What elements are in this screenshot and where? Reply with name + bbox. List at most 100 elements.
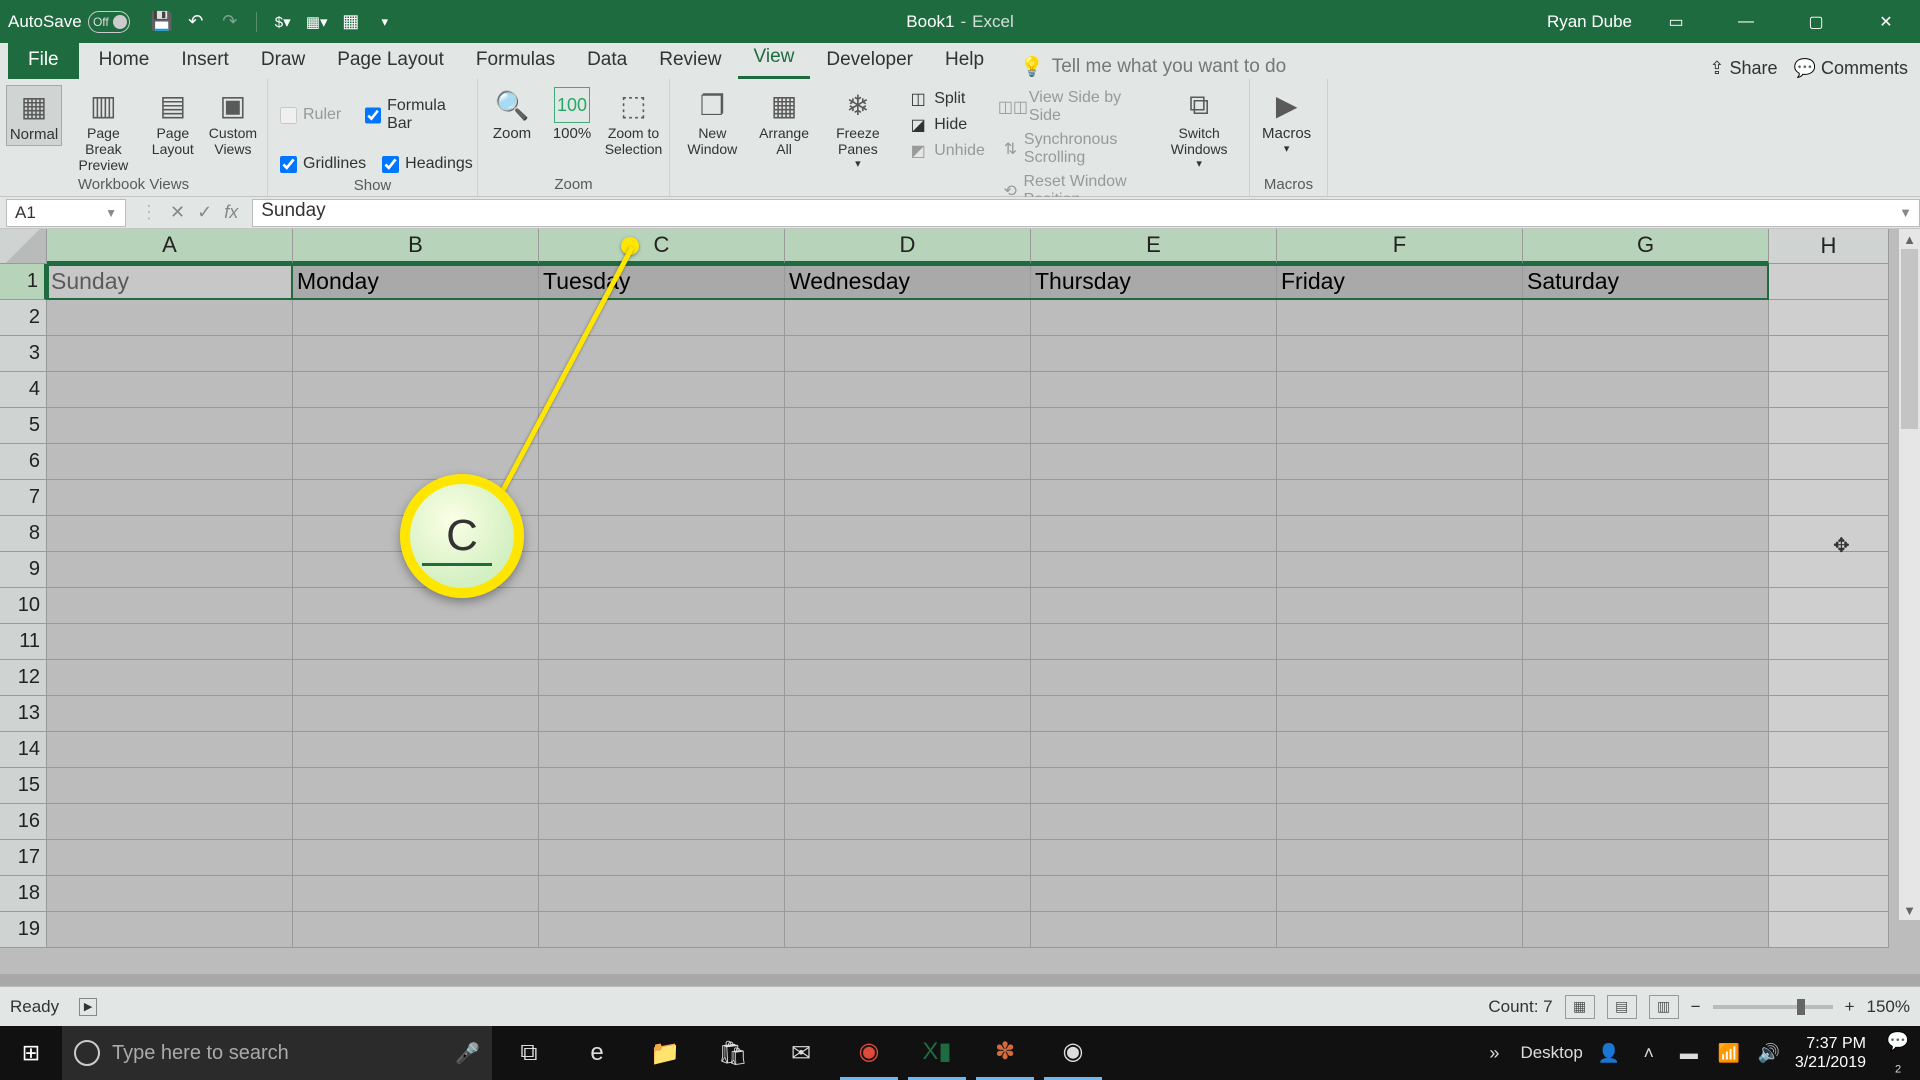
cell[interactable]: [1031, 516, 1277, 552]
save-icon[interactable]: 💾: [150, 10, 174, 34]
cell[interactable]: Monday: [293, 264, 539, 300]
cell[interactable]: [293, 588, 539, 624]
cell[interactable]: [1523, 876, 1769, 912]
cell[interactable]: [539, 768, 785, 804]
macro-record-icon[interactable]: ▶: [79, 998, 97, 1016]
cell[interactable]: [47, 588, 293, 624]
tab-data[interactable]: Data: [571, 41, 643, 79]
cell[interactable]: [47, 516, 293, 552]
cell[interactable]: [1031, 660, 1277, 696]
gridlines-checkbox[interactable]: Gridlines: [278, 151, 368, 177]
cell[interactable]: [1031, 876, 1277, 912]
close-icon[interactable]: ✕: [1860, 0, 1912, 43]
cell[interactable]: [1277, 408, 1523, 444]
cell[interactable]: [1769, 300, 1889, 336]
arrange-all-button[interactable]: ▦Arrange All: [753, 85, 816, 159]
people-icon[interactable]: 👤: [1595, 1043, 1623, 1064]
cell[interactable]: [1277, 480, 1523, 516]
cell[interactable]: [1277, 876, 1523, 912]
wifi-icon[interactable]: 📶: [1715, 1043, 1743, 1064]
cell[interactable]: [1031, 696, 1277, 732]
cell[interactable]: [785, 840, 1031, 876]
cell[interactable]: [1523, 480, 1769, 516]
cell[interactable]: [293, 876, 539, 912]
task-view-icon[interactable]: ⧉: [500, 1026, 558, 1080]
chevron-up-icon[interactable]: ˄: [1635, 1043, 1663, 1064]
cell[interactable]: [539, 372, 785, 408]
cell[interactable]: [785, 696, 1031, 732]
cell[interactable]: [785, 552, 1031, 588]
cell[interactable]: [539, 804, 785, 840]
row-header[interactable]: 17: [0, 840, 47, 876]
tab-file[interactable]: File: [8, 41, 79, 79]
cell[interactable]: [1769, 660, 1889, 696]
cell[interactable]: [1523, 804, 1769, 840]
cell[interactable]: [47, 660, 293, 696]
cell[interactable]: Saturday: [1523, 264, 1769, 300]
cell[interactable]: [539, 408, 785, 444]
tab-home[interactable]: Home: [83, 41, 166, 79]
cell[interactable]: [1031, 300, 1277, 336]
cell[interactable]: [47, 624, 293, 660]
cell[interactable]: [293, 444, 539, 480]
chevron-down-icon[interactable]: ▼: [105, 206, 117, 220]
cell[interactable]: [1523, 912, 1769, 948]
tab-draw[interactable]: Draw: [245, 41, 321, 79]
cell[interactable]: [1277, 300, 1523, 336]
redo-icon[interactable]: ↷: [218, 10, 242, 34]
cell[interactable]: [293, 804, 539, 840]
normal-view-icon[interactable]: ▦: [1565, 995, 1595, 1019]
cell[interactable]: [1031, 552, 1277, 588]
row-header[interactable]: 9: [0, 552, 47, 588]
new-window-button[interactable]: ❐New Window: [676, 85, 749, 159]
cell[interactable]: [1277, 696, 1523, 732]
cells[interactable]: SundayMondayTuesdayWednesdayThursdayFrid…: [47, 264, 1889, 948]
scroll-down-icon[interactable]: ▼: [1899, 900, 1920, 920]
volume-icon[interactable]: 🔊: [1755, 1043, 1783, 1064]
excel-icon[interactable]: X▮: [908, 1026, 966, 1080]
tab-help[interactable]: Help: [929, 41, 1000, 79]
cell[interactable]: [47, 552, 293, 588]
cell[interactable]: [785, 768, 1031, 804]
cell[interactable]: [293, 696, 539, 732]
cell[interactable]: [1769, 264, 1889, 300]
currency-icon[interactable]: $▾: [271, 10, 295, 34]
page-layout-view-icon[interactable]: ▤: [1607, 995, 1637, 1019]
cell[interactable]: [539, 444, 785, 480]
cell[interactable]: [1523, 768, 1769, 804]
cell[interactable]: [539, 480, 785, 516]
cell[interactable]: [1523, 444, 1769, 480]
desktop-label[interactable]: Desktop: [1520, 1043, 1582, 1063]
cell[interactable]: [293, 912, 539, 948]
column-header[interactable]: G: [1523, 229, 1769, 264]
cell[interactable]: [47, 444, 293, 480]
cell[interactable]: [1031, 444, 1277, 480]
cell[interactable]: [1769, 696, 1889, 732]
cell[interactable]: [539, 912, 785, 948]
windows-taskbar[interactable]: ⊞ Type here to search 🎤 ⧉ e 📁 🛍 ✉ ◉ X▮ ✽…: [0, 1026, 1920, 1080]
page-layout-view-button[interactable]: ▤Page Layout: [145, 85, 201, 159]
cell[interactable]: [785, 336, 1031, 372]
zoom-to-selection-button[interactable]: ⬚Zoom to Selection: [604, 85, 663, 159]
cell[interactable]: [539, 876, 785, 912]
autosave-toggle[interactable]: AutoSave Off: [8, 11, 130, 33]
tab-formulas[interactable]: Formulas: [460, 41, 571, 79]
hide-button[interactable]: ◪Hide: [906, 113, 987, 137]
store-icon[interactable]: 🛍: [704, 1026, 762, 1080]
cell[interactable]: [785, 516, 1031, 552]
undo-icon[interactable]: ↶: [184, 10, 208, 34]
cell[interactable]: [785, 660, 1031, 696]
cell[interactable]: [785, 732, 1031, 768]
cell[interactable]: [1523, 588, 1769, 624]
cell[interactable]: [1769, 588, 1889, 624]
cell[interactable]: [785, 300, 1031, 336]
tell-me-search[interactable]: 💡 Tell me what you want to do: [1020, 55, 1286, 79]
cell[interactable]: Wednesday: [785, 264, 1031, 300]
row-header[interactable]: 18: [0, 876, 47, 912]
macros-button[interactable]: ▶Macros▾: [1256, 85, 1317, 157]
action-center-icon[interactable]: 💬2: [1884, 1031, 1912, 1076]
cell[interactable]: [1277, 552, 1523, 588]
row-header[interactable]: 5: [0, 408, 47, 444]
cell[interactable]: [1277, 840, 1523, 876]
zoom-slider[interactable]: [1713, 1005, 1833, 1009]
